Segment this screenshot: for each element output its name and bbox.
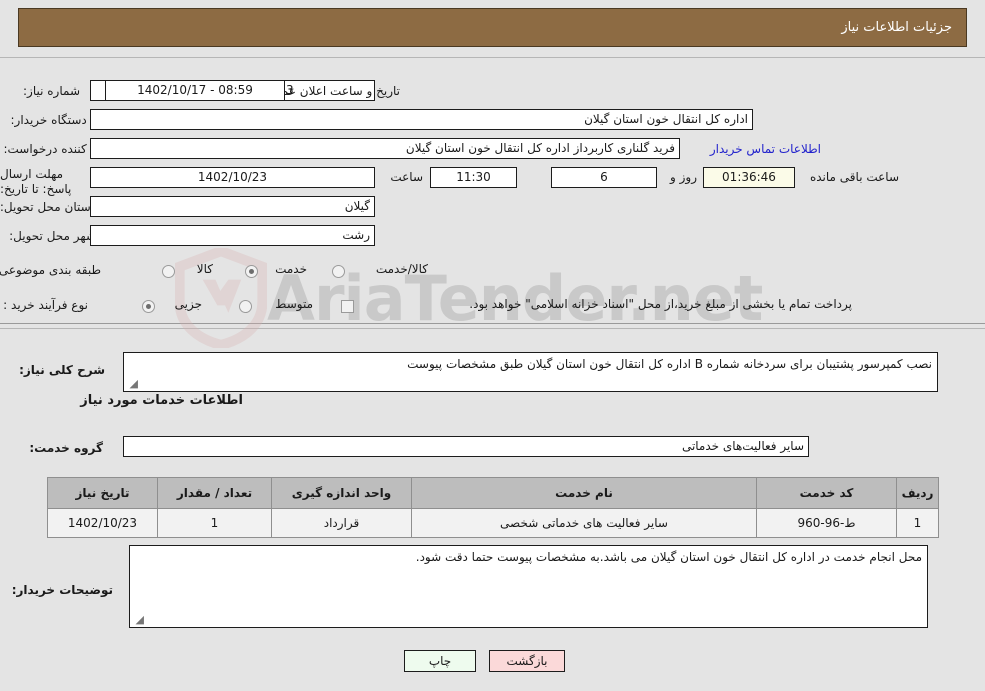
radio-category-khedmat[interactable] xyxy=(245,265,258,278)
checkbox-islamic-treasury[interactable] xyxy=(341,300,354,313)
remaining-time-value: 01:36:46 xyxy=(703,167,795,188)
resize-grip-icon[interactable]: ◢ xyxy=(126,378,138,390)
cell-unit: قرارداد xyxy=(271,508,412,538)
checkbox-islamic-treasury-label: پرداخت تمام یا بخشی از مبلغ خرید،از محل … xyxy=(469,297,852,311)
buyer-notes-label: توضیحات خریدار: xyxy=(11,583,113,597)
buyer-notes-textarea[interactable]: محل انجام خدمت در اداره کل انتقال خون اس… xyxy=(129,545,928,628)
buyer-org-value: اداره کل انتقال خون استان گیلان xyxy=(90,109,753,130)
radio-process-jozii[interactable] xyxy=(142,300,155,313)
table-header-row: ردیف کد خدمت نام خدمت واحد اندازه گیری ت… xyxy=(47,477,939,509)
column-header-service-name: نام خدمت xyxy=(411,477,757,509)
radio-category-khedmat-label: خدمت xyxy=(275,262,307,276)
remaining-days-separator: روز و xyxy=(670,170,697,184)
cell-row-index: 1 xyxy=(896,508,939,538)
province-label: استان محل تحویل: xyxy=(0,200,94,214)
city-label: شهر محل تحویل: xyxy=(9,229,96,243)
radio-category-kala[interactable] xyxy=(162,265,175,278)
announce-value: 1402/10/17 - 08:59 xyxy=(105,80,285,101)
cell-service-code: ط-96-960 xyxy=(756,508,897,538)
page-title-bar: جزئیات اطلاعات نیاز xyxy=(18,8,967,47)
back-button[interactable]: بازگشت xyxy=(489,650,565,672)
cell-need-date: 1402/10/23 xyxy=(47,508,158,538)
need-description-label: شرح کلی نیاز: xyxy=(19,363,105,377)
column-header-need-date: تاریخ نیاز xyxy=(47,477,158,509)
radio-category-kala-khedmat-label: کالا/خدمت xyxy=(375,262,428,276)
cell-quantity: 1 xyxy=(157,508,272,538)
province-value: گیلان xyxy=(90,196,375,217)
city-value: رشت xyxy=(90,225,375,246)
need-description-textarea[interactable]: نصب کمپرسور پشتیبان برای سردخانه شماره B… xyxy=(123,352,938,392)
column-header-service-code: کد خدمت xyxy=(756,477,897,509)
radio-process-motevaset[interactable] xyxy=(239,300,252,313)
remaining-days-value: 6 xyxy=(551,167,657,188)
buyer-contact-link[interactable]: اطلاعات تماس خریدار xyxy=(710,142,821,156)
remaining-time-suffix: ساعت باقی مانده xyxy=(809,170,899,184)
need-number-label: شماره نیاز: xyxy=(23,84,80,98)
column-header-row-index: ردیف xyxy=(896,477,939,509)
process-label: نوع فرآیند خرید : xyxy=(3,298,88,312)
resize-grip-icon-notes[interactable]: ◢ xyxy=(132,614,144,626)
requester-value: فرید گلناری کاربرداز اداره کل انتقال خون… xyxy=(90,138,680,159)
radio-category-kala-label: کالا xyxy=(196,262,213,276)
page-title: جزئیات اطلاعات نیاز xyxy=(841,20,952,35)
print-button[interactable]: چاپ xyxy=(404,650,476,672)
need-description-value: نصب کمپرسور پشتیبان برای سردخانه شماره B… xyxy=(407,357,932,371)
deadline-date-value: 1402/10/23 xyxy=(90,167,375,188)
service-group-label: گروه خدمت: xyxy=(29,441,103,455)
service-group-value: سایر فعالیت‌های خدماتی xyxy=(123,436,809,457)
services-section-title: اطلاعات خدمات مورد نیاز xyxy=(80,393,243,408)
category-label: طبقه بندی موضوعی: xyxy=(0,263,101,277)
buyer-notes-value: محل انجام خدمت در اداره کل انتقال خون اس… xyxy=(415,550,922,564)
radio-process-motevaset-label: متوسط xyxy=(275,297,313,311)
services-table: ردیف کد خدمت نام خدمت واحد اندازه گیری ت… xyxy=(47,477,939,538)
deadline-label: مهلت ارسال پاسخ: تا تاریخ: xyxy=(0,167,72,196)
cell-service-name: سایر فعالیت های خدماتی شخصی xyxy=(411,508,757,538)
radio-category-kala-khedmat[interactable] xyxy=(332,265,345,278)
deadline-time-value: 11:30 xyxy=(430,167,517,188)
radio-process-jozii-label: جزیی xyxy=(174,297,202,311)
deadline-time-label: ساعت xyxy=(390,170,423,184)
column-header-unit: واحد اندازه گیری xyxy=(271,477,412,509)
table-row: 1 ط-96-960 سایر فعالیت های خدماتی شخصی ق… xyxy=(47,508,939,538)
column-header-quantity: تعداد / مقدار xyxy=(157,477,272,509)
